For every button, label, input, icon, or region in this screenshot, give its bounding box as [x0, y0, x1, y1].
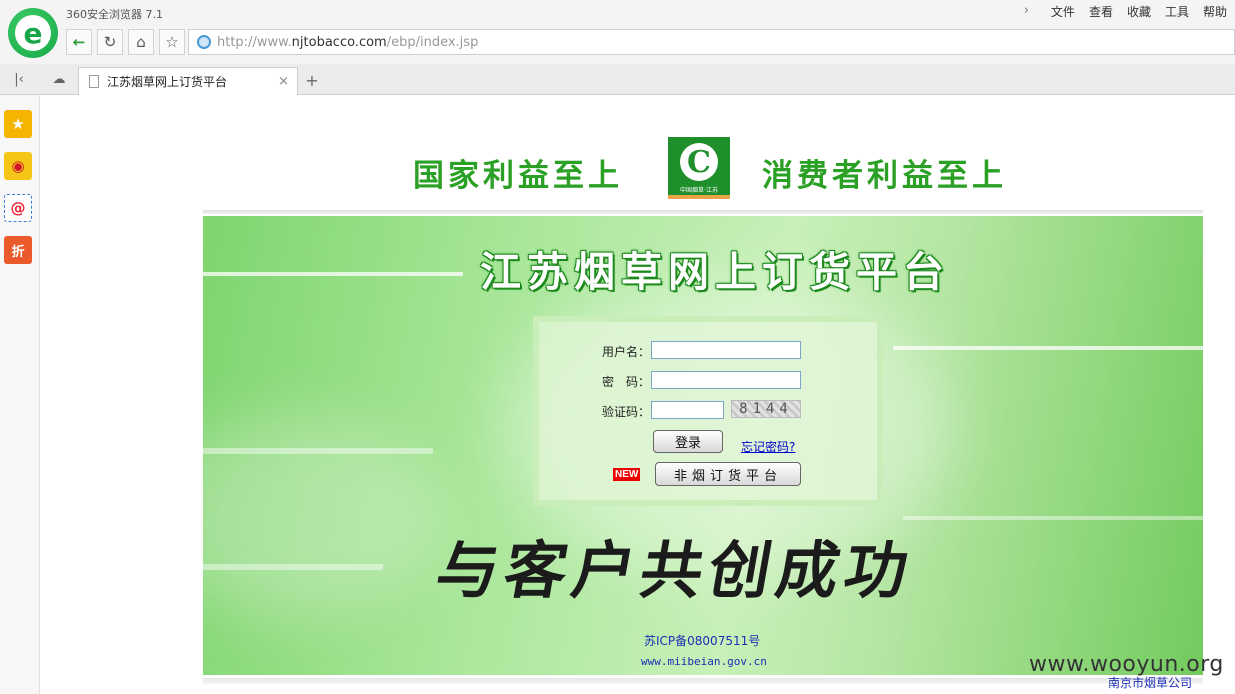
collapse-sidebar-icon[interactable]: |‹ — [8, 68, 30, 90]
browser-titlebar: e 360安全浏览器 7.1 › 文件 查看 收藏 工具 帮助 ← ↻ ⌂ ☆ … — [0, 0, 1235, 64]
new-badge: NEW — [613, 468, 641, 481]
tobacco-logo: C 中国烟草·江苏 — [668, 137, 730, 199]
banner-streak — [893, 346, 1203, 350]
banner-streak — [203, 448, 433, 454]
favorites-star-icon[interactable]: ★ — [4, 110, 32, 138]
captcha-label: 验证码： — [602, 405, 651, 419]
badge-stripe — [668, 195, 730, 199]
tab-bar: |‹ ☁ 江苏烟草网上订货平台 × + — [0, 64, 1235, 95]
banner-streak — [203, 564, 383, 570]
back-arrow-icon[interactable]: ← — [66, 29, 92, 55]
icp-record[interactable]: 苏ICP备08007511号 — [644, 632, 760, 649]
globe-icon — [197, 35, 211, 49]
tab-title: 江苏烟草网上订货平台 — [107, 75, 228, 89]
captcha-input[interactable] — [651, 401, 724, 419]
calligraphy-slogan: 与客户共创成功 — [430, 534, 920, 607]
forgot-password-link[interactable]: 忘记密码? — [741, 438, 795, 455]
slogan-left: 国家利益至上 — [413, 158, 623, 194]
mail-icon[interactable]: @ — [4, 194, 32, 222]
url-prefix: http://www. — [217, 34, 292, 50]
discount-icon[interactable]: 折 — [4, 236, 32, 264]
login-button[interactable]: 登录 — [653, 430, 723, 453]
menu-tools[interactable]: 工具 — [1165, 3, 1189, 20]
browser-menu: › 文件 查看 收藏 工具 帮助 — [1024, 3, 1227, 20]
star-icon[interactable]: ☆ — [159, 29, 185, 55]
home-icon[interactable]: ⌂ — [128, 29, 154, 55]
chevron-right-icon[interactable]: › — [1024, 3, 1029, 20]
cloud-icon[interactable]: ☁ — [48, 68, 70, 90]
captcha-image[interactable]: 8144 — [731, 400, 801, 418]
browser-sidebar: ★ ◉ @ 折 — [0, 95, 40, 694]
menu-help[interactable]: 帮助 — [1203, 3, 1227, 20]
password-input[interactable] — [651, 371, 801, 389]
username-input[interactable] — [651, 341, 801, 359]
username-label: 用户名： — [602, 345, 651, 359]
banner-streak — [203, 272, 463, 276]
browser-logo-icon[interactable]: e — [8, 8, 58, 58]
footer-org: 南京市烟草公司 — [1108, 676, 1193, 690]
banner-title: 江苏烟草网上订货平台 — [480, 248, 950, 296]
menu-favorites[interactable]: 收藏 — [1127, 3, 1151, 20]
menu-file[interactable]: 文件 — [1051, 3, 1075, 20]
close-tab-icon[interactable]: × — [278, 74, 289, 89]
banner-streak — [903, 516, 1203, 520]
tab-active[interactable]: 江苏烟草网上订货平台 × — [78, 67, 298, 95]
navigation-bar: ← ↻ ⌂ ☆ http://www. njtobacco.com/ebp/ind… — [66, 29, 1235, 57]
top-divider — [203, 210, 1203, 214]
miibeian-link[interactable]: www.miibeian.gov.cn — [641, 655, 767, 668]
menu-view[interactable]: 查看 — [1089, 3, 1113, 20]
password-label: 密 码： — [602, 375, 651, 389]
url-path: /ebp/index.jsp — [386, 34, 479, 50]
tobacco-logo-icon: C — [680, 143, 718, 181]
browser-app-title: 360安全浏览器 7.1 — [66, 8, 163, 21]
new-tab-button[interactable]: + — [301, 69, 323, 91]
url-domain: njtobacco.com — [291, 34, 387, 50]
badge-caption: 中国烟草·江苏 — [680, 187, 718, 194]
weibo-icon[interactable]: ◉ — [4, 152, 32, 180]
bottom-divider — [203, 678, 1203, 684]
document-icon — [89, 75, 99, 88]
non-tobacco-platform-button[interactable]: 非烟订货平台 — [655, 462, 801, 486]
address-bar[interactable]: http://www. njtobacco.com/ebp/index.jsp — [188, 29, 1235, 55]
slogan-right: 消费者利益至上 — [762, 158, 1007, 194]
refresh-icon[interactable]: ↻ — [97, 29, 123, 55]
banner-glow-left — [203, 416, 443, 616]
